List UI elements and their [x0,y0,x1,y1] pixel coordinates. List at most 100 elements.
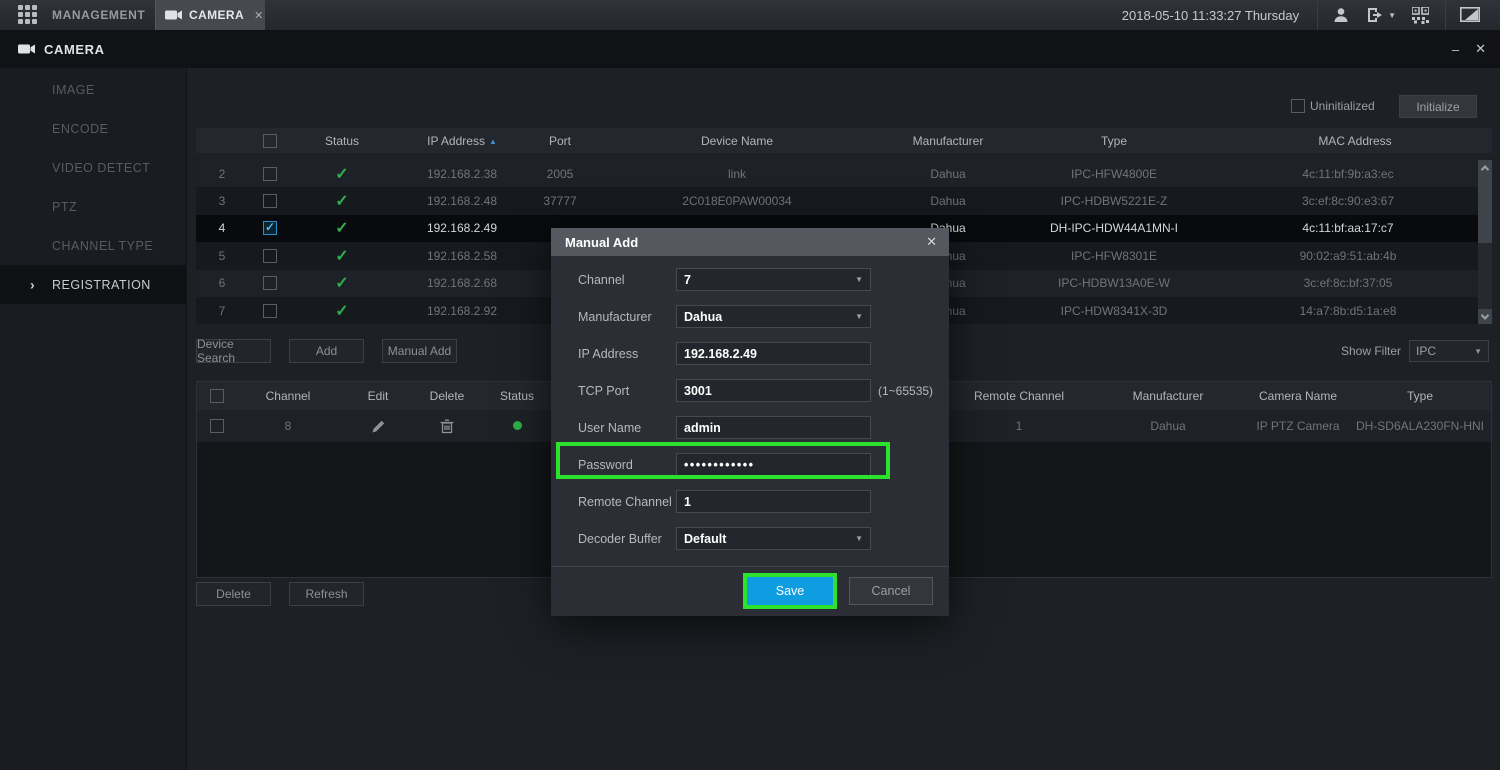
row-checkbox[interactable] [248,221,292,235]
channel-label: Channel [578,273,625,287]
delete-button[interactable]: Delete [196,582,271,606]
row-checkbox[interactable] [248,304,292,318]
row-checkbox[interactable] [248,249,292,263]
scroll-up-icon[interactable] [1478,160,1492,175]
select-all-checkbox[interactable] [248,134,292,148]
window-titlebar: CAMERA – ✕ [0,30,1500,68]
col-device-name[interactable]: Device Name [588,134,886,148]
scrollbar-thumb[interactable] [1478,175,1492,243]
col-edit[interactable]: Edit [339,389,417,403]
dialog-close-icon[interactable]: ✕ [926,234,937,250]
cell-ip: 192.168.2.58 [392,249,532,263]
close-icon[interactable]: ✕ [1475,41,1486,57]
divider [1317,0,1318,30]
cancel-button[interactable]: Cancel [849,577,933,605]
row-checkbox[interactable] [248,167,292,181]
row-checkbox[interactable] [248,276,292,290]
refresh-button[interactable]: Refresh [289,582,364,606]
cell-port: 2005 [532,167,588,181]
save-button[interactable]: Save [747,577,833,605]
show-filter-dropdown[interactable]: IPC ▼ [1409,340,1489,362]
add-button[interactable]: Add [289,339,364,363]
logout-icon[interactable]: ▼ [1366,7,1396,23]
caret-down-icon: ▼ [855,312,863,321]
initialize-button[interactable]: Initialize [1399,95,1477,118]
sidebar-item-ptz[interactable]: PTZ [0,187,186,226]
sidebar-item-registration[interactable]: › REGISTRATION [0,265,186,304]
row-checkbox[interactable] [248,194,292,208]
user-icon[interactable] [1332,6,1350,24]
col-ip[interactable]: IP Address▲ [392,134,532,148]
col-remote-channel[interactable]: Remote Channel [949,389,1089,403]
sidebar-item-encode[interactable]: ENCODE [0,109,186,148]
col-manufacturer[interactable]: Manufacturer [1089,389,1247,403]
uninitialized-checkbox[interactable]: Uninitialized [1291,99,1375,113]
scrollbar[interactable] [1478,160,1492,324]
ip-address-input[interactable]: 192.168.2.49 [676,342,871,365]
delete-trash-icon[interactable] [417,418,477,433]
checkbox[interactable] [1291,99,1305,113]
device-search-button[interactable]: Device Search [196,339,271,363]
status-check-icon: ✓ [292,273,392,293]
cell-type: IPC-HDW8341X-3D [1010,304,1218,318]
tab-close-icon[interactable]: ✕ [254,9,263,22]
password-input[interactable]: •••••••••••• [676,453,871,476]
cell-mac: 90:02:a9:51:ab:4b [1218,249,1478,263]
status-check-icon: ✓ [292,246,392,266]
cell-mac: 14:a7:8b:d5:1a:e8 [1218,304,1478,318]
user-name-input[interactable]: admin [676,416,871,439]
device-table-row[interactable]: 3 ✓ 192.168.2.48 37777 2C018E0PAW00034 D… [196,187,1478,214]
window-title: CAMERA [44,42,105,57]
col-status[interactable]: Status [477,389,557,403]
col-camera-name[interactable]: Camera Name [1247,389,1349,403]
cell-device-name: link [588,167,886,181]
display-icon[interactable] [1460,7,1480,24]
sidebar-item-image[interactable]: IMAGE [0,70,186,109]
cell-ip: 192.168.2.49 [392,221,532,235]
col-manufacturer[interactable]: Manufacturer [886,134,1010,148]
col-port[interactable]: Port [532,134,588,148]
divider [1445,0,1446,30]
camera-icon [165,9,182,21]
channel-dropdown[interactable]: 7 ▼ [676,268,871,291]
device-table-row[interactable]: 2 ✓ 192.168.2.38 2005 link Dahua IPC-HFW… [196,160,1478,187]
cell-mac: 4c:11:bf:aa:17:c7 [1218,221,1478,235]
tab-camera[interactable]: CAMERA ✕ [155,0,265,30]
cell-mac: 4c:11:bf:9b:a3:ec [1218,167,1478,181]
password-label: Password [578,458,633,472]
cell-type: IPC-HFW4800E [1010,167,1218,181]
dialog-titlebar: Manual Add ✕ [551,228,949,256]
show-filter: Show Filter IPC ▼ [1341,340,1489,362]
initialize-bar: Uninitialized Initialize [187,95,1492,119]
tcp-port-input[interactable]: 3001 [676,379,871,402]
remote-channel-input[interactable]: 1 [676,490,871,513]
col-type[interactable]: Type [1349,389,1491,403]
cell-camera-name: IP PTZ Camera [1247,419,1349,433]
manufacturer-dropdown[interactable]: Dahua ▼ [676,305,871,328]
tab-management[interactable]: MANAGEMENT [52,8,145,22]
scroll-down-icon[interactable] [1478,309,1492,324]
col-mac[interactable]: MAC Address [1218,134,1492,148]
sidebar-item-video-detect[interactable]: VIDEO DETECT [0,148,186,187]
minimize-icon[interactable]: – [1452,42,1459,57]
col-delete[interactable]: Delete [417,389,477,403]
decoder-buffer-dropdown[interactable]: Default ▼ [676,527,871,550]
caret-down-icon: ▼ [855,534,863,543]
col-channel[interactable]: Channel [237,389,339,403]
col-type[interactable]: Type [1010,134,1218,148]
edit-pencil-icon[interactable] [339,418,417,433]
select-all-checkbox[interactable] [197,389,237,403]
row-checkbox[interactable] [197,419,237,433]
cell-device-name: 2C018E0PAW00034 [588,194,886,208]
caret-down-icon: ▼ [855,275,863,284]
cell-num: 6 [196,276,248,290]
dialog-footer: Save Cancel [551,577,949,605]
apps-grid-icon[interactable] [18,5,38,25]
manual-add-button[interactable]: Manual Add [382,339,457,363]
col-status[interactable]: Status [292,134,392,148]
sidebar-item-channel-type[interactable]: CHANNEL TYPE [0,226,186,265]
cell-type: IPC-HDBW5221E-Z [1010,194,1218,208]
cell-num: 7 [196,304,248,318]
tcp-port-label: TCP Port [578,384,629,398]
qr-code-icon[interactable] [1412,7,1429,24]
